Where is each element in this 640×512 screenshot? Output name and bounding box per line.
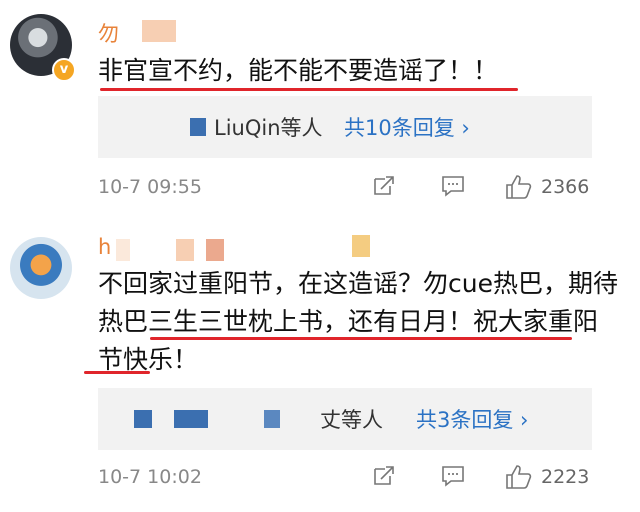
reply-names: LiuQin等人: [214, 116, 323, 140]
comment-text: 不回家过重阳节，在这造谣？勿cue热巴，期待热巴三生三世枕上书，还有日月！祝大家…: [98, 265, 618, 379]
redacted-username: [176, 239, 194, 261]
comment-icon[interactable]: [441, 174, 465, 198]
reply-preview[interactable]: 丈等人 共3条回复 ›: [98, 388, 592, 450]
comment-icon[interactable]: [441, 464, 465, 488]
thumbs-up-icon[interactable]: [505, 174, 533, 200]
verified-badge-icon: v: [52, 58, 76, 82]
share-icon[interactable]: [372, 464, 396, 488]
comment-time: 10-7 10:02: [98, 466, 202, 488]
like-count: 2366: [541, 176, 590, 198]
comment-text: 非官宣不约，能不能不要造谣了！！: [98, 52, 618, 90]
comment-text-underlined: 非官宣不约，能不能不要造谣了！！: [98, 56, 499, 85]
redacted-username: [142, 20, 176, 42]
redacted-reply-user: [174, 410, 208, 428]
reply-count-link[interactable]: 共10条回复 ›: [344, 112, 470, 142]
like-count: 2223: [541, 466, 590, 488]
username[interactable]: 勿: [98, 18, 119, 48]
redacted-username: [352, 235, 370, 257]
red-underline: [100, 88, 518, 91]
share-icon[interactable]: [372, 174, 396, 198]
thumbs-up-icon[interactable]: [505, 464, 533, 490]
redacted-reply-user: [190, 118, 206, 136]
avatar[interactable]: [10, 237, 72, 299]
redacted-reply-user: [134, 410, 152, 428]
comment-item: v 勿 非官宣不约，能不能不要造谣了！！ LiuQin等人 共10条回复 › 1…: [0, 0, 640, 225]
red-underline: [84, 371, 150, 374]
reply-names: 丈等人: [320, 408, 383, 432]
redacted-username: [206, 239, 224, 261]
redacted-username: [116, 239, 130, 261]
reply-count-link[interactable]: 共3条回复 ›: [416, 404, 528, 434]
comment-text-plain: 不回家过重阳节，在这造谣？勿cue热巴，: [98, 269, 568, 298]
redacted-reply-user: [264, 410, 280, 428]
username[interactable]: h: [98, 235, 111, 259]
comment-item: h 不回家过重阳节，在这造谣？勿cue热巴，期待热巴三生三世枕上书，还有日月！祝…: [0, 225, 640, 512]
red-underline: [150, 337, 572, 340]
reply-preview[interactable]: LiuQin等人 共10条回复 ›: [98, 96, 592, 158]
comment-time: 10-7 09:55: [98, 176, 202, 198]
